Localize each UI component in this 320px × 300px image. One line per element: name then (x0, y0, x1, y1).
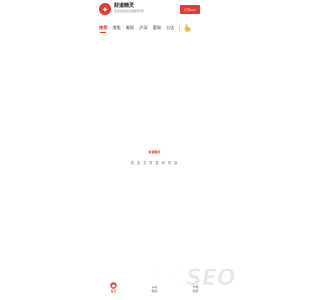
category-tabs: 推荐 港股 美股 沪深 要闻 公告 (93, 22, 216, 34)
tab-us-stocks[interactable]: 美股 (126, 22, 134, 34)
open-app-button[interactable]: 打开APP (180, 5, 200, 14)
brand-slogan: 您身边的投资理财管家 (114, 9, 145, 13)
empty-state-message: 暂 无 文 章 发 布 内 容 (130, 161, 179, 165)
logo-glyph: ✦ (102, 4, 108, 14)
tab-news[interactable]: 要闻 (153, 22, 161, 34)
home-icon (110, 282, 117, 289)
empty-state: 财道精灵 暂 无 文 章 发 布 内 容 (93, 150, 216, 166)
nav-label-home: 首页 (110, 289, 117, 293)
tab-hk-stocks[interactable]: 港股 (112, 22, 120, 34)
app-header: ✦ 财道精灵 您身边的投资理财管家 打开APP (93, 0, 216, 20)
tab-announcements[interactable]: 公告 (166, 22, 174, 34)
app-screen: ✦ 财道精灵 您身边的投资理财管家 打开APP 推荐 港股 美股 沪深 要闻 公… (93, 0, 216, 300)
tab-a-shares[interactable]: 沪深 (139, 22, 147, 34)
tab-divider (179, 25, 181, 31)
empty-state-logo: 财道精灵 (148, 150, 161, 154)
hand-point-icon[interactable] (184, 24, 191, 32)
tab-recommend[interactable]: 推荐 (99, 22, 107, 34)
watermark-text: 链发发SEO (120, 265, 236, 290)
fox-logo-icon[interactable]: ✦ (99, 3, 111, 15)
watermark: 链发发SEO (120, 262, 290, 290)
brand-block: 财道精灵 您身边的投资理财管家 (114, 3, 144, 13)
